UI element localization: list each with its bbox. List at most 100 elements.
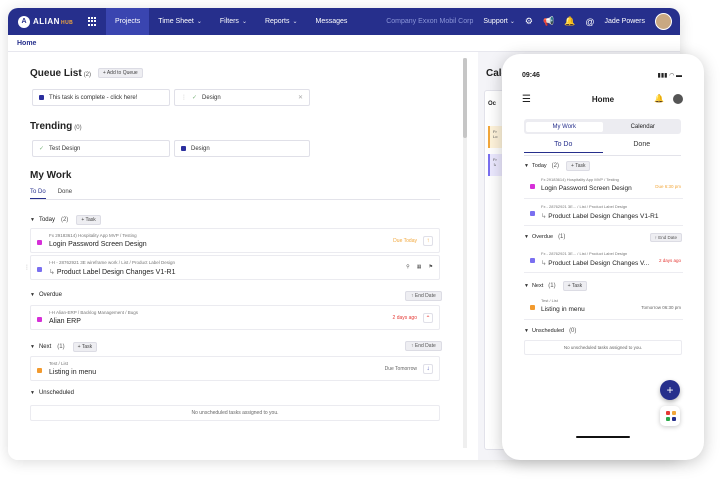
- task-name[interactable]: Alian ERP: [49, 318, 81, 325]
- priority-down-icon[interactable]: ↓: [423, 364, 433, 374]
- add-task-button[interactable]: + Task: [76, 215, 101, 225]
- nav-reports[interactable]: Reports ⌄: [256, 8, 307, 35]
- support-menu[interactable]: Support ⌄: [483, 18, 515, 25]
- task-row[interactable]: I-H - 28762921 3E wireframe work / List …: [30, 255, 440, 280]
- task-row[interactable]: Fx 29183614) Hospitality App MVP / Testi…: [524, 173, 683, 199]
- app-logo[interactable]: A ALIANHUB: [18, 15, 80, 28]
- collapse-triangle-icon[interactable]: ▼: [30, 344, 35, 350]
- collapse-triangle-icon[interactable]: ▼: [30, 217, 35, 223]
- drag-handle-icon[interactable]: ⋮: [181, 94, 187, 101]
- mention-icon[interactable]: @: [585, 17, 594, 27]
- group-today[interactable]: ▼ Today (2) + Task: [30, 215, 101, 225]
- trending-chip[interactable]: Design: [174, 140, 310, 157]
- tab-done[interactable]: Done: [58, 189, 72, 199]
- breadcrumb: Home: [8, 35, 680, 52]
- task-actions: ⚲ ▦ ⚑: [406, 264, 433, 270]
- queue-chip[interactable]: ⋮ ✓ Design ✕: [174, 89, 310, 106]
- priority-up-icon[interactable]: ↑: [423, 236, 433, 246]
- add-task-button[interactable]: + Task: [565, 161, 591, 171]
- main-scrollbar-thumb[interactable]: [463, 58, 467, 138]
- task-breadcrumb: Test / List: [541, 298, 558, 303]
- task-due: Due Today: [393, 238, 417, 244]
- queue-chip[interactable]: This task is complete - click here!: [32, 89, 170, 106]
- task-name[interactable]: Product Label Design Changes V...: [548, 260, 649, 267]
- settings-icon[interactable]: ⚙: [525, 16, 533, 27]
- avatar[interactable]: [655, 13, 672, 30]
- apps-grid-icon[interactable]: [88, 16, 98, 27]
- task-name[interactable]: Listing in menu: [49, 369, 96, 376]
- avatar[interactable]: [673, 94, 683, 104]
- task-color-swatch: [37, 368, 42, 373]
- task-row[interactable]: Test / List Listing in menu Due Tomorrow…: [30, 356, 440, 381]
- logo-text: ALIAN: [33, 17, 60, 26]
- sort-end-date-button[interactable]: ↑ End Date: [649, 233, 682, 242]
- task-row[interactable]: Fx - 28762921 3E... / List / Product Lab…: [524, 200, 683, 226]
- nav-filters[interactable]: Filters ⌄: [211, 8, 256, 35]
- nav-projects[interactable]: Projects: [106, 8, 150, 35]
- sort-end-date-button[interactable]: ↑ End Date: [405, 291, 442, 301]
- logo-mark-icon: A: [18, 15, 30, 28]
- collapse-triangle-icon[interactable]: ▼: [524, 234, 529, 240]
- bell-icon[interactable]: 🔔: [564, 16, 575, 27]
- task-breadcrumb: Test / List: [49, 361, 69, 366]
- group-next[interactable]: ▼ Next (1) + Task: [524, 281, 588, 291]
- task-row[interactable]: Test / List Listing in menu Tomorrow 06:…: [524, 294, 683, 320]
- task-breadcrumb: I-H - 28762921 3E wireframe work / List …: [49, 260, 176, 265]
- add-to-queue-button[interactable]: + Add to Queue: [97, 68, 143, 79]
- trending-chip[interactable]: ✓ Test Design: [32, 140, 170, 157]
- chevron-down-icon: ⌄: [196, 19, 202, 25]
- group-overdue[interactable]: ▼ Overdue (1): [524, 234, 565, 240]
- nav-messages[interactable]: Messages: [307, 8, 357, 35]
- collapse-triangle-icon[interactable]: ▼: [30, 390, 35, 396]
- task-name[interactable]: Listing in menu: [541, 306, 585, 313]
- group-today[interactable]: ▼ Today (2) + Task: [524, 161, 591, 171]
- chevron-down-icon: ⌄: [509, 19, 515, 25]
- task-name[interactable]: Login Password Screen Design: [541, 185, 632, 192]
- task-row[interactable]: Fx 29183614) Hospitality App MVP / Testi…: [30, 228, 440, 253]
- flag-icon[interactable]: ⚑: [429, 264, 433, 270]
- user-name[interactable]: Jade Powers: [605, 18, 645, 25]
- collapse-triangle-icon[interactable]: ▼: [524, 163, 529, 169]
- collapse-triangle-icon[interactable]: ▼: [524, 283, 529, 289]
- task-row[interactable]: I-H Alian-ERP / Backlog Management / Bug…: [30, 305, 440, 330]
- sort-end-date-button[interactable]: ↑ End Date: [405, 341, 442, 351]
- bell-icon[interactable]: 🔔: [654, 94, 664, 103]
- task-due: Tomorrow 06:30 pm: [641, 305, 681, 310]
- collapse-triangle-icon[interactable]: ▼: [524, 328, 529, 334]
- task-breadcrumb: Fx 29183614) Hospitality App MVP / Testi…: [541, 177, 619, 182]
- task-color-swatch: [530, 305, 535, 310]
- nav-time-sheet[interactable]: Time Sheet ⌄: [149, 8, 211, 35]
- segment-my-work[interactable]: My Work: [526, 121, 603, 132]
- my-work-title: My Work: [30, 170, 72, 181]
- calendar-icon[interactable]: ▦: [417, 264, 422, 270]
- add-fab-button[interactable]: +: [660, 380, 680, 400]
- company-selector[interactable]: Company Exxon Mobil Corp: [386, 18, 473, 25]
- apps-launcher-button[interactable]: [660, 406, 680, 426]
- task-name[interactable]: Product Label Design Changes V1-R1: [57, 269, 176, 276]
- tab-to-do[interactable]: To Do: [524, 141, 603, 153]
- phone-status-icons: ▮▮▮ ◠ ▬: [657, 73, 682, 79]
- search-icon[interactable]: ⚲: [406, 264, 410, 270]
- collapse-triangle-icon[interactable]: ▼: [30, 292, 35, 298]
- breadcrumb-home[interactable]: Home: [17, 40, 36, 47]
- add-task-button[interactable]: + Task: [72, 342, 98, 352]
- group-unscheduled[interactable]: ▼ Unscheduled (0): [524, 328, 576, 334]
- add-task-button[interactable]: + Task: [562, 281, 588, 291]
- tab-to-do[interactable]: To Do: [30, 189, 46, 199]
- task-due: Due 6:30 pm: [655, 184, 681, 189]
- priority-urgent-icon[interactable]: ⌃: [423, 313, 433, 323]
- task-name[interactable]: Login Password Screen Design: [49, 241, 147, 248]
- task-row[interactable]: Fx - 28762921 3E... / List / Product Lab…: [524, 247, 683, 273]
- task-breadcrumb: Fx - 28762921 3E... / List / Product Lab…: [541, 251, 628, 256]
- group-overdue[interactable]: ▼ Overdue: [30, 292, 62, 298]
- close-icon[interactable]: ✕: [298, 94, 303, 101]
- task-color-swatch: [530, 184, 535, 189]
- task-name[interactable]: Product Label Design Changes V1-R1: [548, 213, 658, 220]
- group-unscheduled[interactable]: ▼ Unscheduled: [30, 390, 74, 396]
- trending-title: Trending (0): [30, 121, 82, 132]
- group-next[interactable]: ▼ Next (1) + Task: [30, 342, 98, 352]
- segment-calendar[interactable]: Calendar: [605, 124, 682, 130]
- tab-divider: [30, 199, 440, 200]
- megaphone-icon[interactable]: 📢: [543, 16, 554, 27]
- tab-done[interactable]: Done: [603, 141, 682, 153]
